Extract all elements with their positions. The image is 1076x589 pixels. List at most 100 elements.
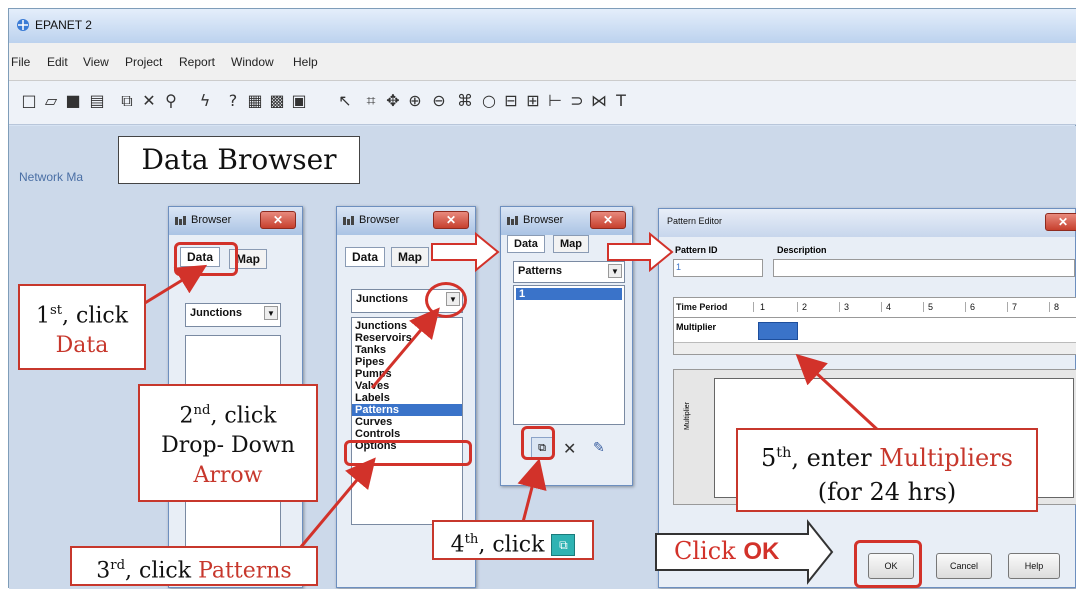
window-title: EPANET 2 [35, 18, 92, 32]
object-dropdown[interactable]: Patterns ▼ [513, 261, 625, 283]
tab-data[interactable]: Data [345, 247, 386, 267]
menu-window[interactable]: Window [231, 55, 274, 69]
browser-icon [343, 216, 354, 225]
query-icon[interactable]: ? [223, 91, 243, 111]
tab-data[interactable]: Data [507, 235, 545, 253]
chevron-down-icon[interactable]: ▼ [608, 264, 622, 278]
pan-icon[interactable]: ✥ [383, 91, 403, 111]
list-item-pipes[interactable]: Pipes [352, 356, 462, 368]
period-row: Time Period 1 2 3 4 5 6 7 8 [674, 298, 1076, 318]
callout-step5: 5th, enter Multipliers (for 24 hrs) [736, 428, 1038, 512]
multiplier-grid: Time Period 1 2 3 4 5 6 7 8 Multiplier [673, 297, 1076, 355]
list-item-reservoirs[interactable]: Reservoirs [352, 332, 462, 344]
list-item-labels[interactable]: Labels [352, 392, 462, 404]
chevron-down-icon[interactable]: ▼ [264, 306, 278, 320]
edit-icon[interactable]: ✎ [593, 439, 605, 456]
new-icon[interactable]: □ [19, 91, 39, 111]
list-item-tanks[interactable]: Tanks [352, 344, 462, 356]
multiplier-row-label: Multiplier [676, 322, 716, 332]
object-list: Junctions Reservoirs Tanks Pipes Pumps V… [351, 317, 463, 525]
run-icon[interactable]: ϟ [195, 91, 215, 111]
menu-project[interactable]: Project [125, 55, 162, 69]
browser-title-bar: Browser ✕ [169, 207, 302, 235]
zoom-icon[interactable]: ⊕ [405, 91, 425, 111]
title-bar: EPANET 2 [9, 9, 1076, 43]
open-icon[interactable]: ▱ [41, 91, 61, 111]
list-item-valves[interactable]: Valves [352, 380, 462, 392]
period-cell: 6 [968, 302, 1008, 312]
period-cell: 7 [1010, 302, 1050, 312]
menu-report[interactable]: Report [179, 55, 215, 69]
browser-icon [507, 216, 518, 225]
grid-scrollbar[interactable] [674, 342, 1076, 354]
cancel-button[interactable]: Cancel [936, 553, 992, 579]
table-icon[interactable]: ▩ [267, 91, 287, 111]
browser-window-3: Browser ✕ Data Map Patterns ▼ 1 ⧉ ✕ ✎ [500, 206, 633, 486]
valve-icon[interactable]: ⋈ [589, 91, 609, 111]
save-icon[interactable]: ■ [63, 91, 83, 111]
print-icon[interactable]: ▤ [87, 91, 107, 111]
period-cell: 2 [800, 302, 840, 312]
tab-map[interactable]: Map [391, 247, 429, 267]
highlight-patterns-item [344, 440, 472, 466]
label-icon[interactable]: T [611, 91, 631, 111]
junction-icon[interactable]: ○ [479, 91, 499, 111]
highlight-ok-button [854, 540, 922, 588]
time-period-label: Time Period [674, 302, 754, 312]
close-button[interactable]: ✕ [260, 211, 296, 229]
pattern-id-input[interactable]: 1 [673, 259, 763, 277]
list-item-controls[interactable]: Controls [352, 428, 462, 440]
browser-title: Browser [523, 214, 564, 226]
menu-file[interactable]: File [11, 55, 30, 69]
find-icon[interactable]: ⚲ [161, 91, 181, 111]
callout-step4: 4th, click ⧉ [432, 520, 594, 560]
delete-icon[interactable]: ✕ [563, 439, 576, 459]
copy-icon[interactable]: ⧉ [117, 91, 137, 111]
period-cell: 8 [1054, 302, 1060, 312]
callout-click-ok: Click OK [674, 537, 780, 565]
fulldraw-icon[interactable]: ⌘ [455, 91, 475, 111]
dropdown-value: Junctions [356, 293, 408, 305]
list-item-pattern-1[interactable]: 1 [516, 288, 622, 300]
options-icon[interactable]: ▣ [289, 91, 309, 111]
tab-map[interactable]: Map [553, 235, 589, 253]
reservoir-icon[interactable]: ⊟ [501, 91, 521, 111]
graph-icon[interactable]: ▦ [245, 91, 265, 111]
close-button[interactable]: ✕ [590, 211, 626, 229]
pattern-editor-title-bar: Pattern Editor ✕ [659, 209, 1076, 237]
menu-view[interactable]: View [83, 55, 109, 69]
pattern-editor-title: Pattern Editor [667, 216, 723, 226]
close-button[interactable]: ✕ [1045, 213, 1076, 231]
period-cell: 5 [926, 302, 966, 312]
help-button[interactable]: Help [1008, 553, 1060, 579]
network-map-tab[interactable]: Network Ma [19, 170, 83, 184]
dropdown-value: Patterns [518, 265, 563, 277]
object-dropdown[interactable]: Junctions ▼ [185, 303, 281, 327]
vertex-icon[interactable]: ⌗ [361, 91, 381, 111]
zoom-out-icon[interactable]: ⊖ [429, 91, 449, 111]
pattern-id-label: Pattern ID [675, 245, 718, 255]
list-item-patterns[interactable]: Patterns [352, 404, 462, 416]
list-item-curves[interactable]: Curves [352, 416, 462, 428]
close-button[interactable]: ✕ [433, 211, 469, 229]
graph-axis-label: Multiplier [684, 401, 691, 430]
highlight-dropdown-arrow [425, 282, 467, 318]
period-cell: 1 [758, 302, 798, 312]
pipe-icon[interactable]: ⊢ [545, 91, 565, 111]
tank-icon[interactable]: ⊞ [523, 91, 543, 111]
description-input[interactable] [773, 259, 1075, 277]
pattern-editor-window: Pattern Editor ✕ Pattern ID Description … [658, 208, 1076, 588]
menu-help[interactable]: Help [293, 55, 318, 69]
delete-icon[interactable]: ✕ [139, 91, 159, 111]
pump-icon[interactable]: ⊃ [567, 91, 587, 111]
multiplier-cell-selected[interactable] [758, 322, 798, 340]
epanet-app-icon [17, 19, 29, 31]
select-icon[interactable]: ↖ [335, 91, 355, 111]
caption-strip [0, 0, 1076, 8]
browser-icon [175, 216, 186, 225]
list-item-pumps[interactable]: Pumps [352, 368, 462, 380]
list-item-junctions[interactable]: Junctions [352, 320, 462, 332]
pattern-list: 1 [513, 285, 625, 425]
menu-edit[interactable]: Edit [47, 55, 68, 69]
period-cell: 3 [842, 302, 882, 312]
